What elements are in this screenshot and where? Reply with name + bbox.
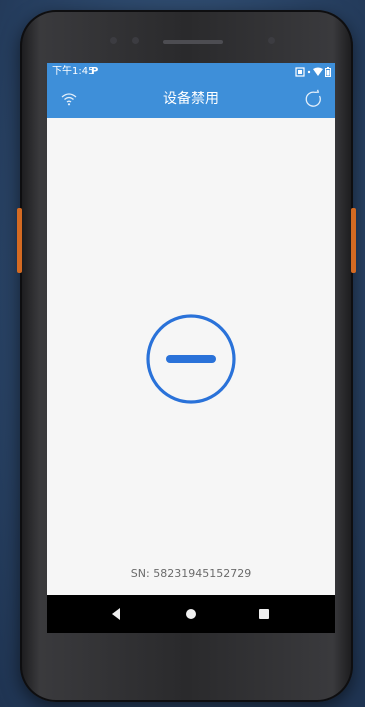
sim-icon: [295, 67, 305, 77]
content-area: SN: 58231945152729: [47, 118, 335, 595]
minus-circle-icon: [146, 314, 236, 404]
system-nav-bar: [47, 595, 335, 633]
front-camera: [268, 37, 275, 44]
side-button-right: [351, 208, 356, 273]
status-bar: 下午1:45 P: [47, 63, 335, 81]
serial-number: SN: 58231945152729: [130, 567, 252, 580]
battery-icon: [325, 67, 331, 77]
status-time: 下午1:45: [52, 66, 95, 77]
sensor-dot: [110, 37, 117, 44]
nav-recent-icon[interactable]: [259, 609, 269, 619]
app-bar: 设备禁用: [47, 81, 335, 118]
nav-back-icon[interactable]: [112, 608, 120, 620]
status-icons: [295, 63, 331, 81]
refresh-icon[interactable]: [303, 89, 323, 109]
earpiece-speaker: [163, 40, 223, 44]
dot-icon: [307, 70, 311, 74]
nav-home-icon[interactable]: [186, 609, 196, 619]
wifi-signal-icon: [313, 67, 323, 76]
status-notification: P: [91, 66, 99, 77]
side-button-left: [17, 208, 22, 273]
device-screen: 下午1:45 P 设备禁用 SN: 58231945152729: [47, 63, 335, 633]
page-title: 设备禁用: [163, 91, 219, 107]
sensor-dot: [132, 37, 139, 44]
